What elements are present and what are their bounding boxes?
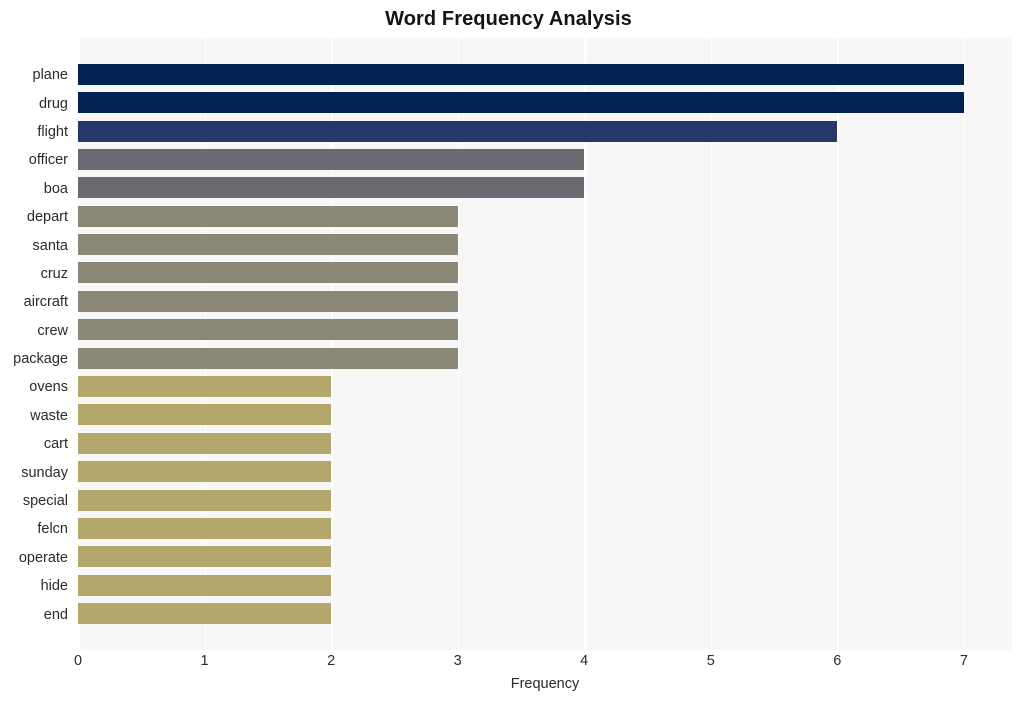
x-axis-tick-labels: 0 1 2 3 4 5 6 7	[74, 652, 1012, 674]
bar-depart[interactable]	[78, 205, 458, 227]
bar-felcn[interactable]	[78, 518, 332, 540]
x-tick-label-1: 1	[200, 653, 209, 669]
bar-santa[interactable]	[78, 234, 458, 256]
bar-row	[78, 514, 1012, 542]
bar-row	[78, 60, 1012, 88]
bar-cart[interactable]	[78, 432, 332, 454]
bar-row	[78, 117, 1012, 145]
y-tick-label-ovens: ovens	[29, 379, 68, 396]
x-tick-label-0: 0	[73, 653, 83, 669]
bar-flight[interactable]	[78, 120, 838, 142]
bar-row	[78, 316, 1012, 344]
y-tick-label-officer: officer	[28, 152, 68, 169]
y-tick-label-cruz: cruz	[40, 265, 68, 282]
y-tick-label-end: end	[43, 606, 68, 623]
bar-row	[78, 89, 1012, 117]
bar-operate[interactable]	[78, 546, 332, 568]
bar-cruz[interactable]	[78, 262, 458, 284]
bar-crew[interactable]	[78, 319, 458, 341]
y-tick-label-crew: crew	[37, 322, 68, 339]
chart-title: Word Frequency Analysis	[385, 8, 632, 30]
bar-row	[78, 401, 1012, 429]
x-tick-label-7: 7	[959, 653, 968, 669]
bar-row	[78, 231, 1012, 259]
y-tick-label-drug: drug	[38, 95, 68, 112]
bar-row	[78, 287, 1012, 315]
y-tick-label-operate: operate	[18, 549, 68, 566]
x-tick-label-3: 3	[453, 653, 462, 669]
x-tick-label-5: 5	[706, 653, 715, 669]
bar-row	[78, 458, 1012, 486]
bar-officer[interactable]	[78, 148, 585, 170]
plot-area	[78, 38, 1012, 650]
bar-row	[78, 571, 1012, 599]
bar-ovens[interactable]	[78, 376, 332, 398]
y-axis-tick-labels: plane drug flight officer boa depart santa cruz…	[0, 38, 78, 650]
bar-aircraft[interactable]	[78, 290, 458, 312]
bar-row	[78, 202, 1012, 230]
y-tick-label-flight: flight	[37, 123, 68, 140]
x-tick-label-6: 6	[833, 653, 842, 669]
y-tick-label-special: special	[22, 493, 68, 510]
bar-row	[78, 429, 1012, 457]
bar-hide[interactable]	[78, 574, 332, 596]
bar-plane[interactable]	[78, 63, 964, 85]
x-tick-label-2: 2	[327, 653, 336, 669]
y-tick-label-cart: cart	[43, 436, 68, 453]
bar-row	[78, 600, 1012, 628]
bar-row	[78, 372, 1012, 400]
x-axis-label: Frequency	[510, 676, 580, 692]
y-tick-label-depart: depart	[26, 209, 68, 226]
bar-sunday[interactable]	[78, 461, 332, 483]
y-tick-label-plane: plane	[32, 67, 68, 84]
y-tick-label-boa: boa	[43, 180, 68, 197]
y-tick-label-santa: santa	[32, 237, 68, 254]
bar-row	[78, 174, 1012, 202]
bar-boa[interactable]	[78, 177, 585, 199]
x-tick-label-4: 4	[580, 653, 589, 669]
bar-special[interactable]	[78, 489, 332, 511]
y-tick-label-felcn: felcn	[37, 521, 68, 538]
bar-waste[interactable]	[78, 404, 332, 426]
bar-row	[78, 543, 1012, 571]
y-tick-label-waste: waste	[30, 407, 68, 424]
y-tick-label-sunday: sunday	[21, 464, 68, 481]
bar-row	[78, 145, 1012, 173]
word-frequency-chart-figure: Word Frequency Analysis plane drug flight o…	[0, 0, 1017, 701]
y-tick-label-aircraft: aircraft	[23, 294, 68, 311]
bar-end[interactable]	[78, 603, 332, 625]
y-tick-label-package: package	[13, 351, 68, 368]
bar-package[interactable]	[78, 347, 458, 369]
bar-row	[78, 486, 1012, 514]
bar-drug[interactable]	[78, 92, 964, 114]
bar-row	[78, 259, 1012, 287]
bar-row	[78, 344, 1012, 372]
y-tick-label-hide: hide	[40, 578, 68, 595]
